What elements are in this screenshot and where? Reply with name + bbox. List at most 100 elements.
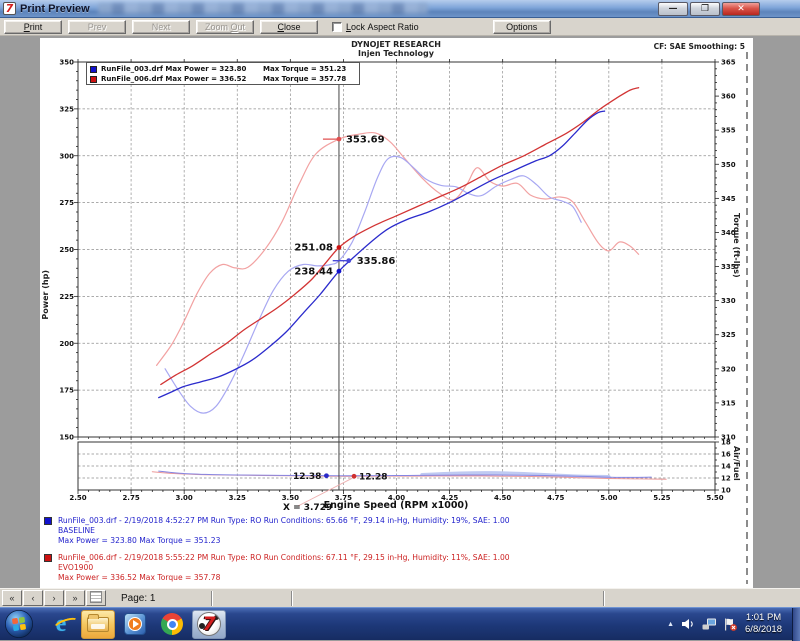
next-page-button[interactable]: › [44,590,64,606]
marker-label-238.44: 238.44 [294,266,333,277]
statusbar-divider [211,591,213,606]
windows-taskbar: e 7 ▲ 1:01 PM 6/8/2018 [0,607,800,640]
taskbar-chrome[interactable] [155,610,189,639]
marker-label-335.86: 335.86 [357,256,396,267]
close-preview-button[interactable]: Close [260,20,318,34]
series-torque-run003 [165,156,581,413]
svg-text:5.25: 5.25 [653,494,670,502]
svg-text:225: 225 [59,293,74,301]
dynojet-icon: 7 [197,612,221,636]
marker-label-353.69: 353.69 [346,134,385,145]
preview-statusbar: « ‹ › » Page: 1 [0,588,800,607]
prev-page-button[interactable]: ‹ [23,590,43,606]
marker-dot-353.69 [337,137,342,142]
svg-text:2.50: 2.50 [69,494,86,502]
svg-text:355: 355 [721,127,736,135]
taskbar-windows-explorer[interactable] [81,610,115,639]
marker-label-12.28: 12.28 [359,473,387,483]
network-icon[interactable] [702,618,717,630]
svg-text:325: 325 [59,105,74,113]
marker-label-251.08: 251.08 [294,243,333,254]
run003-details: RunFile_003.drf - 2/19/2018 4:52:27 PM R… [44,516,744,546]
marker-dot-335.86 [346,258,351,263]
svg-text:150: 150 [59,434,74,442]
page-icon [90,591,102,603]
window-titlebar: 7 Print Preview — ❐ ✕ [0,0,800,18]
restore-button[interactable]: ❐ [690,2,720,16]
svg-text:18: 18 [721,439,731,447]
svg-text:2.75: 2.75 [122,494,139,502]
window-title: Print Preview [20,3,90,15]
marker-dot-238.44 [337,269,342,274]
svg-text:360: 360 [721,93,736,101]
taskbar-clock[interactable]: 1:01 PM 6/8/2018 [745,612,782,636]
statusbar-divider [291,591,293,606]
svg-text:12: 12 [721,475,731,483]
legend-row-run006: RunFile_006.drf Max Power = 336.52 Max T… [90,74,359,84]
action-center-flag-icon[interactable] [724,618,738,631]
marker-label-12.38: 12.38 [293,472,321,482]
af-axis-title: Air/Fuel [732,446,741,481]
next-button[interactable]: Next [132,20,190,34]
run003-conditions: RunFile_003.drf - 2/19/2018 4:52:27 PM R… [58,516,744,526]
svg-text:3.00: 3.00 [176,494,193,502]
legend-power-run003: RunFile_003.drf Max Power = 323.80 [101,65,263,73]
correction-smoothing-label: CF: SAE Smoothing: 5 [654,42,745,51]
svg-text:5.50: 5.50 [706,494,723,502]
prev-button[interactable]: Prev [68,20,126,34]
svg-text:4.50: 4.50 [494,494,511,502]
report-title: DYNOJET RESEARCH [276,40,516,49]
volume-icon[interactable] [681,618,695,630]
svg-text:4.75: 4.75 [547,494,564,502]
marker-dot-12.28 [352,474,357,479]
page-select-button[interactable] [86,590,106,606]
taskbar-dynojet-winpep[interactable]: 7 [192,610,226,639]
report-page: DYNOJET RESEARCH Injen Technology CF: SA… [40,38,753,588]
chart-legend: RunFile_003.drf Max Power = 323.80 Max T… [86,62,360,85]
page-number-label: Page: 1 [121,593,209,604]
svg-text:200: 200 [59,340,74,348]
tray-expand-icon[interactable]: ▲ [667,621,674,628]
minimize-button[interactable]: — [658,2,688,16]
first-page-button[interactable]: « [2,590,22,606]
marker-dot-251.08 [337,245,342,250]
options-button[interactable]: Options [493,20,551,34]
svg-text:320: 320 [721,365,736,373]
print-button[interactable]: Print [4,20,62,34]
zoom-out-button[interactable]: Zoom Out [196,20,254,34]
app-icon: 7 [3,2,16,15]
run006-conditions: RunFile_006.drf - 2/19/2018 5:55:22 PM R… [58,553,744,563]
svg-text:315: 315 [721,399,736,407]
series-torque-run006 [157,132,639,365]
svg-text:365: 365 [721,59,736,67]
close-button[interactable]: ✕ [722,2,760,16]
internet-explorer-icon: e [56,612,67,636]
taskbar-internet-explorer[interactable]: e [44,610,78,639]
svg-text:175: 175 [59,387,74,395]
folder-icon [87,617,109,632]
run-details: RunFile_003.drf - 2/19/2018 4:52:27 PM R… [44,516,744,590]
legend-torque-run003: Max Torque = 351.23 [263,65,346,73]
svg-text:350: 350 [721,161,736,169]
lock-aspect-checkbox[interactable] [332,22,342,32]
svg-text:5.00: 5.00 [600,494,617,502]
show-desktop-button[interactable] [792,608,800,641]
print-preview-toolbar: Print Prev Next Zoom Out Close Lock Aspe… [0,18,800,36]
redacted-title-text [98,3,428,14]
svg-text:16: 16 [721,451,731,459]
run006-details: RunFile_006.drf - 2/19/2018 5:55:22 PM R… [44,553,744,583]
svg-text:3.25: 3.25 [229,494,246,502]
legend-swatch-blue [90,66,97,73]
statusbar-divider [603,591,605,606]
torque-axis-title: Torque (ft-lbs) [732,213,741,278]
svg-text:330: 330 [721,297,736,305]
svg-text:325: 325 [721,331,736,339]
report-subtitle: Injen Technology [276,49,516,58]
start-button[interactable] [4,609,34,639]
last-page-button[interactable]: » [65,590,85,606]
svg-text:350: 350 [59,59,74,67]
svg-text:14: 14 [721,463,731,471]
system-tray: ▲ 1:01 PM 6/8/2018 [667,608,800,641]
power-axis-title: Power (hp) [41,270,50,320]
taskbar-media-player[interactable] [118,610,152,639]
